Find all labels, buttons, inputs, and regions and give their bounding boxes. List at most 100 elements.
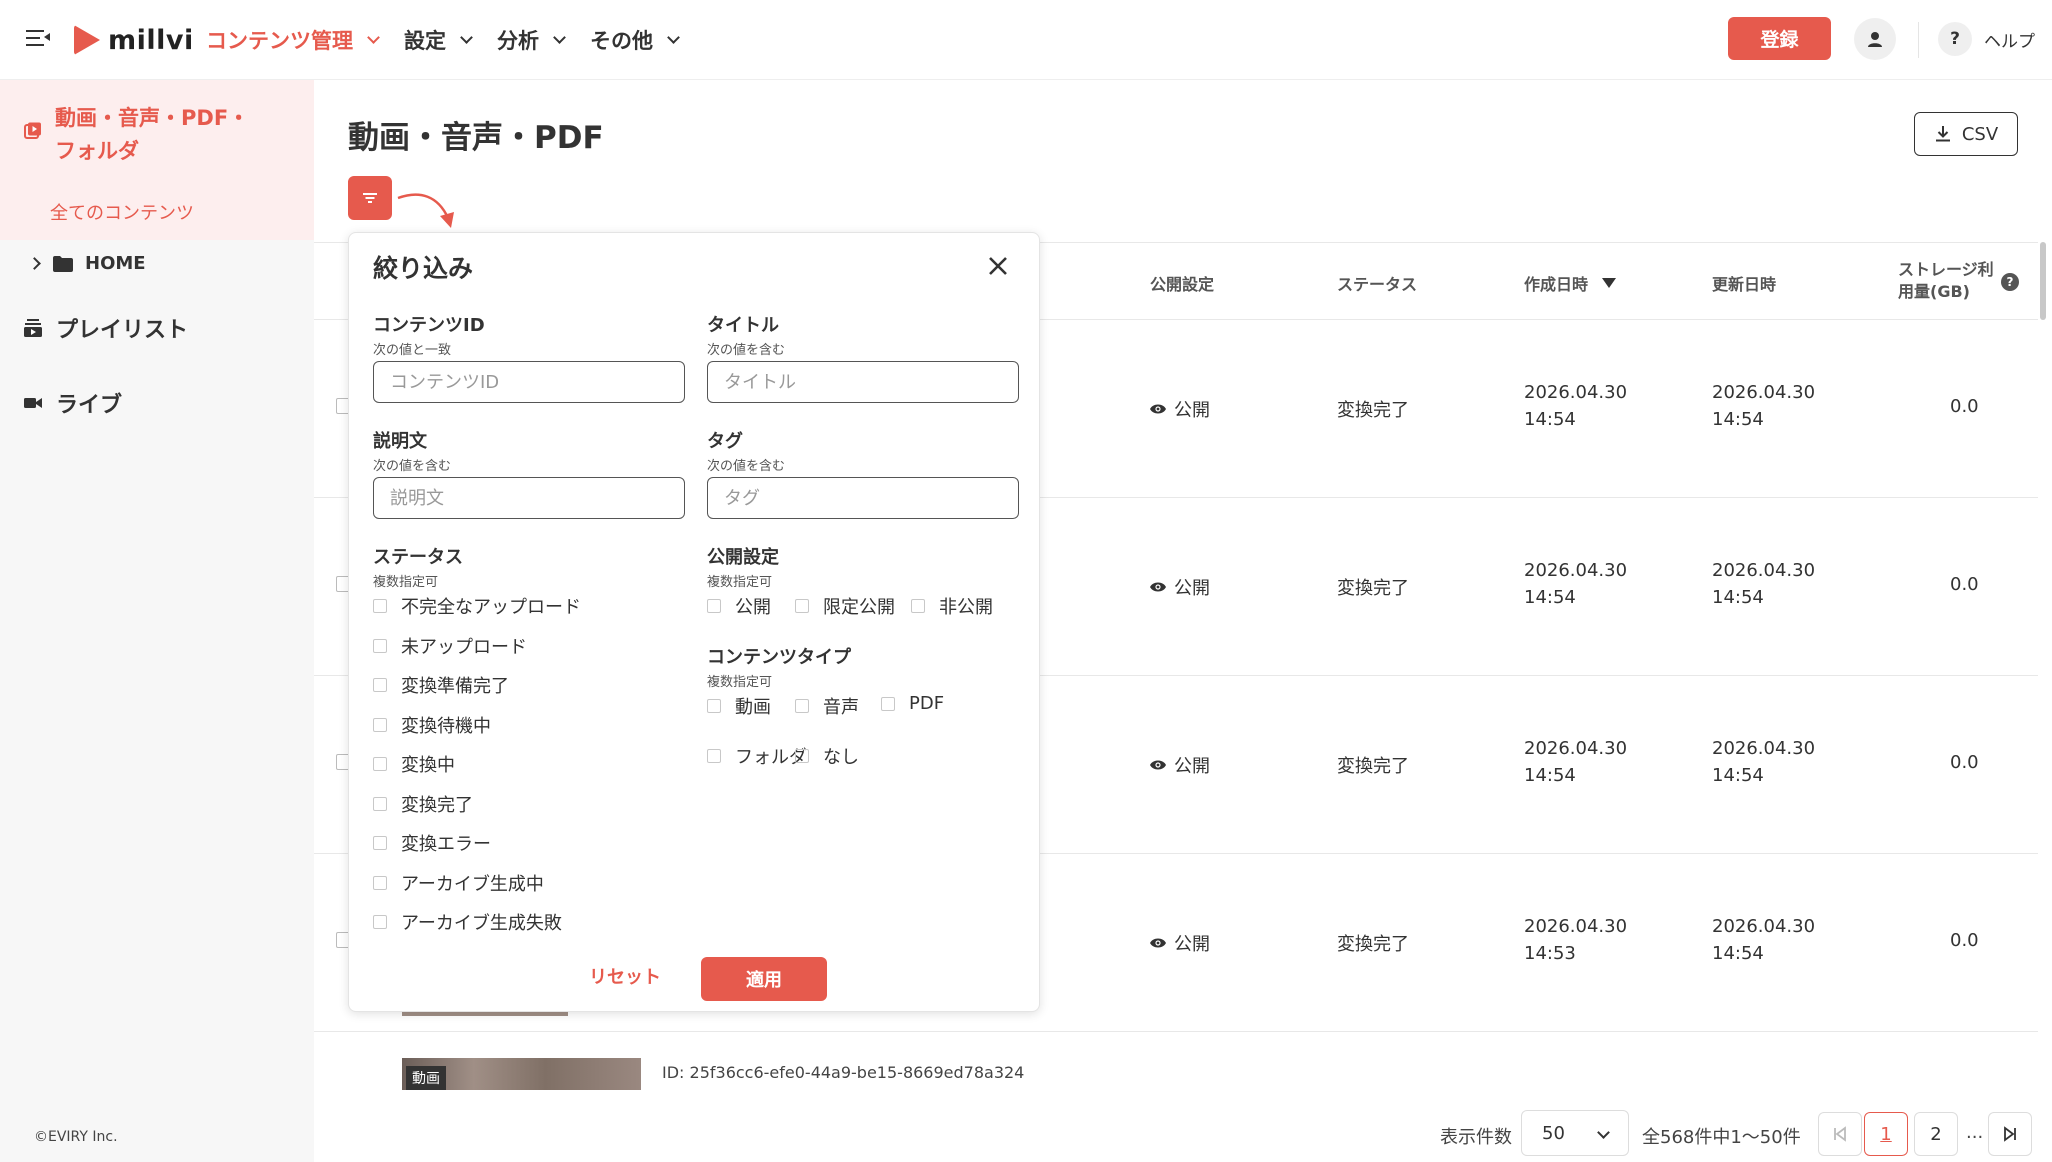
help-link[interactable]: ヘルプ [1984, 27, 2035, 52]
column-header-visibility[interactable]: 公開設定 [1150, 271, 1214, 295]
register-button[interactable]: 登録 [1728, 17, 1831, 60]
last-page-icon [2004, 1126, 2016, 1142]
user-avatar[interactable] [1854, 18, 1896, 60]
checkbox[interactable] [373, 757, 387, 771]
filter-panel: 絞り込み コンテンツID 次の値と一致 タイトル 次の値を含む 説明文 次の値を… [348, 232, 1040, 1012]
nav-settings[interactable]: 設定 [404, 25, 473, 55]
status-option[interactable]: 変換エラー [373, 830, 491, 856]
visibility-option[interactable]: 公開 [707, 593, 771, 619]
vertical-scrollbar[interactable] [2040, 242, 2046, 320]
storage-cell: 0.0 [1950, 930, 1979, 951]
checkbox[interactable] [373, 717, 387, 732]
tag-hint: 次の値を含む [707, 459, 786, 474]
apply-button[interactable]: 適用 [701, 957, 827, 1001]
status-option[interactable]: 変換準備完了 [373, 672, 509, 698]
nav-analytics[interactable]: 分析 [497, 25, 566, 55]
content-type-option[interactable]: フォルダ [707, 743, 807, 769]
status-option[interactable]: アーカイブ生成失敗 [373, 909, 562, 935]
page-title: 動画・音声・PDF [348, 120, 604, 156]
storage-cell: 0.0 [1950, 396, 1979, 417]
status-cell: 変換完了 [1337, 756, 1409, 777]
checkbox[interactable] [707, 699, 721, 713]
sidebar-item-live[interactable]: ライブ [24, 387, 122, 419]
content-type-option[interactable]: 動画 [707, 693, 771, 719]
close-icon[interactable] [983, 251, 1013, 281]
content-id-label: コンテンツID [373, 315, 485, 336]
checkbox[interactable] [373, 796, 387, 811]
content-type-hint: 複数指定可 [707, 675, 773, 690]
content-type-option[interactable]: なし [795, 743, 859, 769]
column-header-updated[interactable]: 更新日時 [1712, 271, 1776, 295]
content-id-input[interactable] [373, 361, 685, 403]
column-header-storage[interactable]: ストレージ利用量(GB) [1898, 259, 1998, 303]
updated-time-cell: 14:54 [1712, 765, 1764, 786]
checkbox[interactable] [373, 915, 387, 929]
status-option[interactable]: 未アップロード [373, 633, 527, 659]
status-option[interactable]: アーカイブ生成中 [373, 870, 544, 896]
title-input[interactable] [707, 361, 1019, 403]
chevron-down-icon [667, 31, 680, 44]
media-library-icon [24, 122, 41, 139]
description-input[interactable] [373, 477, 685, 519]
top-header: millvi コンテンツ管理 設定 分析 その他 登録 ? ヘルプ [0, 0, 2052, 80]
visibility-option[interactable]: 限定公開 [795, 593, 895, 619]
content-id-text: ID: 25f36cc6-efe0-44a9-be15-8669ed78a324 [662, 1063, 1025, 1082]
checkbox[interactable] [707, 749, 721, 763]
nav-content-management[interactable]: コンテンツ管理 [206, 25, 380, 55]
checkbox[interactable] [707, 599, 721, 613]
title-hint: 次の値を含む [707, 343, 786, 358]
checkbox[interactable] [911, 599, 925, 613]
status-option[interactable]: 変換中 [373, 751, 455, 777]
storage-cell: 0.0 [1950, 574, 1979, 595]
user-icon [1868, 32, 1882, 47]
visibility-cell: 公開 [1150, 930, 1210, 956]
column-header-created[interactable]: 作成日時 [1524, 271, 1617, 295]
app-logo[interactable]: millvi [74, 22, 194, 58]
checkbox[interactable] [373, 599, 387, 613]
checkbox[interactable] [881, 696, 895, 711]
sidebar-item-home[interactable]: HOME [28, 253, 146, 274]
header-divider [1918, 22, 1919, 58]
content-type-badge: 動画 [406, 1066, 446, 1090]
content-type-option[interactable]: 音声 [795, 693, 859, 719]
per-page-select[interactable]: 50 [1521, 1110, 1629, 1156]
checkbox[interactable] [373, 875, 387, 890]
checkbox[interactable] [373, 836, 387, 850]
page-button-2[interactable]: 2 [1914, 1112, 1958, 1156]
help-icon[interactable]: ? [1938, 22, 1972, 56]
first-page-button[interactable] [1818, 1112, 1862, 1156]
description-hint: 次の値を含む [373, 459, 452, 474]
checkbox[interactable] [373, 638, 387, 653]
csv-download-button[interactable]: CSV [1914, 112, 2018, 156]
menu-collapse-icon[interactable] [26, 28, 50, 48]
last-page-button[interactable] [1988, 1112, 2032, 1156]
page-button-1[interactable]: 1 [1864, 1112, 1908, 1156]
filter-toggle-button[interactable] [348, 176, 392, 220]
status-option[interactable]: 変換待機中 [373, 712, 491, 738]
column-header-status[interactable]: ステータス [1337, 271, 1417, 295]
reset-button[interactable]: リセット [589, 963, 661, 989]
status-option[interactable]: 不完全なアップロード [373, 593, 581, 619]
visibility-label: 公開設定 [707, 547, 779, 568]
checkbox[interactable] [373, 678, 387, 692]
updated-date-cell: 2026.04.30 [1712, 560, 1816, 581]
status-option[interactable]: 変換完了 [373, 791, 473, 817]
created-date-cell: 2026.04.30 [1524, 916, 1628, 937]
eye-icon [1150, 938, 1166, 948]
checkbox[interactable] [795, 599, 809, 613]
checkbox[interactable] [795, 749, 809, 763]
logo-text: millvi [108, 24, 194, 56]
sidebar-group-media[interactable]: 動画・音声・PDF・フォルダ 全てのコンテンツ [0, 80, 314, 240]
visibility-option[interactable]: 非公開 [911, 593, 993, 619]
updated-time-cell: 14:54 [1712, 587, 1764, 608]
content-type-option[interactable]: PDF [881, 693, 944, 714]
nav-other[interactable]: その他 [590, 25, 680, 55]
storage-help-icon[interactable]: ? [2001, 273, 2019, 291]
sidebar-item-playlist[interactable]: プレイリスト [24, 312, 188, 344]
tag-input[interactable] [707, 477, 1019, 519]
created-time-cell: 14:54 [1524, 587, 1576, 608]
sidebar-item-media[interactable]: 動画・音声・PDF・フォルダ [55, 102, 255, 168]
checkbox[interactable] [795, 699, 809, 713]
sidebar-item-all-contents[interactable]: 全てのコンテンツ [50, 199, 194, 225]
visibility-cell: 公開 [1150, 574, 1210, 600]
